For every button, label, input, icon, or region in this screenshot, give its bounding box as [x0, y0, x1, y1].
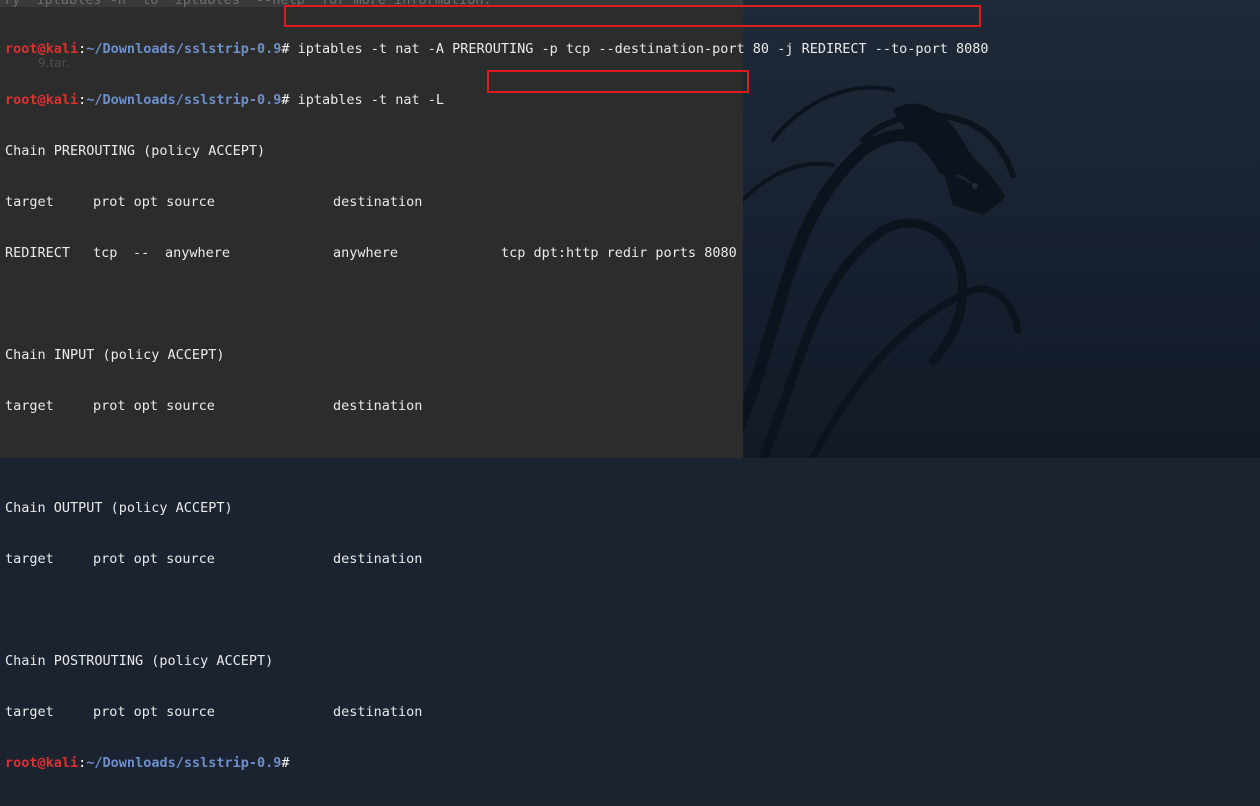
header-target: target — [5, 704, 54, 720]
chain-title: Chain INPUT (policy ACCEPT) — [5, 347, 225, 363]
chain-header: target prot opt source destination — [5, 551, 995, 568]
command-text: iptables -t nat -L — [297, 92, 444, 108]
rule-source: anywhere — [165, 245, 231, 261]
chain-header: target prot opt source destination — [5, 398, 995, 415]
rule-prot: tcp — [93, 245, 118, 261]
chain-header: target prot opt source destination — [5, 704, 995, 721]
active-prompt-line[interactable]: root@kali:~/Downloads/sslstrip-0.9# — [5, 755, 995, 772]
chain-title: Chain PREROUTING (policy ACCEPT) — [5, 143, 266, 159]
rule-target: REDIRECT — [5, 245, 71, 261]
header-prot-opt-source: prot opt source — [93, 194, 215, 210]
prompt-user: root@kali — [5, 92, 79, 108]
chain-title: Chain POSTROUTING (policy ACCEPT) — [5, 653, 274, 669]
prompt-symbol: # — [281, 92, 290, 108]
prompt-path: ~/Downloads/sslstrip-0.9 — [86, 755, 282, 771]
header-prot-opt-source: prot opt source — [93, 704, 215, 720]
command-line-2: root@kali:~/Downloads/sslstrip-0.9# ipta… — [5, 92, 995, 109]
prompt-user: root@kali — [5, 41, 79, 57]
command-text: iptables -t nat -A PREROUTING -p tcp --d… — [297, 41, 989, 57]
prompt-path: ~/Downloads/sslstrip-0.9 — [86, 41, 282, 57]
prompt-user: root@kali — [5, 755, 79, 771]
rule-row: REDIRECT tcp -- anywhere anywhere tcp dpt:htt… — [5, 245, 995, 262]
prompt-symbol: # — [281, 755, 290, 771]
chain-title: Chain OUTPUT (policy ACCEPT) — [5, 500, 233, 516]
header-destination: destination — [333, 551, 423, 567]
terminal-window[interactable]: ry iptables -h to iptables --help for mo… — [0, 0, 989, 771]
prompt-separator: : — [78, 755, 87, 771]
rule-opt: -- — [133, 245, 150, 261]
rule-destination: anywhere — [333, 245, 399, 261]
command-line-1: root@kali:~/Downloads/sslstrip-0.9# ipta… — [5, 41, 995, 58]
terminal-output: root@kali:~/Downloads/sslstrip-0.9# ipta… — [5, 7, 995, 806]
header-prot-opt-source: prot opt source — [93, 551, 215, 567]
header-target: target — [5, 194, 54, 210]
prompt-symbol: # — [281, 41, 290, 57]
header-prot-opt-source: prot opt source — [93, 398, 215, 414]
chain-header: target prot opt source destination — [5, 194, 995, 211]
prompt-path: ~/Downloads/sslstrip-0.9 — [86, 92, 282, 108]
header-destination: destination — [333, 194, 423, 210]
header-target: target — [5, 551, 54, 567]
rule-extra: tcp dpt:http redir ports 8080 — [501, 245, 737, 261]
header-target: target — [5, 398, 54, 414]
header-destination: destination — [333, 398, 423, 414]
header-destination: destination — [333, 704, 423, 720]
